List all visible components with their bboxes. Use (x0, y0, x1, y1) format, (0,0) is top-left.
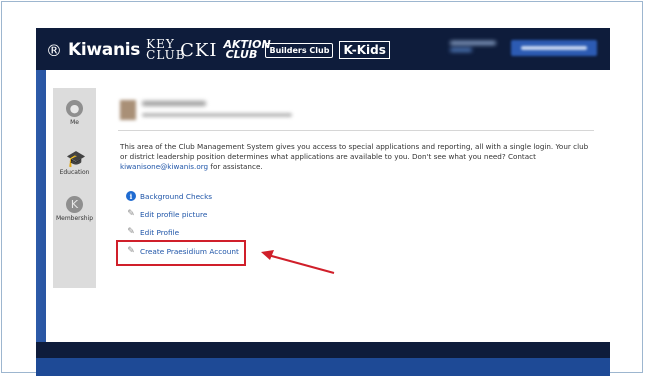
intro-text: This area of the Club Management System … (120, 142, 594, 173)
sidebar-item-label: Me (70, 119, 79, 126)
annotation-arrow-icon (261, 250, 335, 274)
info-icon: i (126, 191, 136, 201)
sidebar-item-education[interactable]: 🎓 Education (53, 150, 96, 176)
sidebar-item-label: Education (59, 169, 90, 176)
sidebar-item-label: Membership (55, 215, 94, 222)
pencil-icon: ✎ (127, 209, 135, 219)
aktion-club-logo: AKTION CLUB (223, 38, 271, 61)
brand-logos: ® Kiwanis KEY CLUB CKI AKTION CLUB Build… (46, 37, 390, 63)
contact-email-link[interactable]: kiwanisone@kiwanis.org (120, 162, 208, 171)
key-club-logo: KEY CLUB (146, 37, 186, 62)
member-name-redacted (142, 101, 206, 106)
sidebar-item-membership[interactable]: K Membership (53, 196, 96, 222)
builders-club-logo: Builders Club (265, 42, 334, 58)
avatar (120, 100, 136, 120)
pencil-icon: ✎ (127, 227, 135, 237)
highlight-box (116, 240, 246, 266)
intro-text-part-2: for assistance. (208, 162, 263, 172)
link-label: Edit Profile (140, 227, 180, 237)
kiwanis-wordmark: Kiwanis (68, 40, 141, 60)
kkids-logo: K-Kids (339, 41, 390, 59)
link-label: Edit profile picture (140, 209, 208, 219)
link-edit-profile[interactable]: ✎ Edit Profile (126, 226, 266, 238)
user-name-redacted[interactable] (450, 41, 496, 53)
link-edit-profile-picture[interactable]: ✎ Edit profile picture (126, 208, 266, 220)
person-icon: ● (66, 100, 83, 117)
cki-logo: CKI (180, 39, 218, 61)
kiwanis-logo-icon: ® (46, 40, 62, 60)
footer-band (36, 358, 610, 376)
impersonation-button-redacted[interactable] (511, 40, 597, 56)
intro-text-part-1: This area of the Club Management System … (120, 142, 589, 162)
link-background-checks[interactable]: i Background Checks (126, 190, 266, 202)
member-id-redacted (142, 113, 292, 117)
sidebar: ● Me 🎓 Education K Membership (53, 88, 96, 288)
divider (118, 130, 594, 131)
sidebar-item-me[interactable]: ● Me (53, 100, 96, 126)
kiwanis-logo-icon: K (66, 196, 83, 213)
graduation-cap-icon: 🎓 (66, 149, 86, 168)
link-label: Background Checks (140, 191, 213, 201)
